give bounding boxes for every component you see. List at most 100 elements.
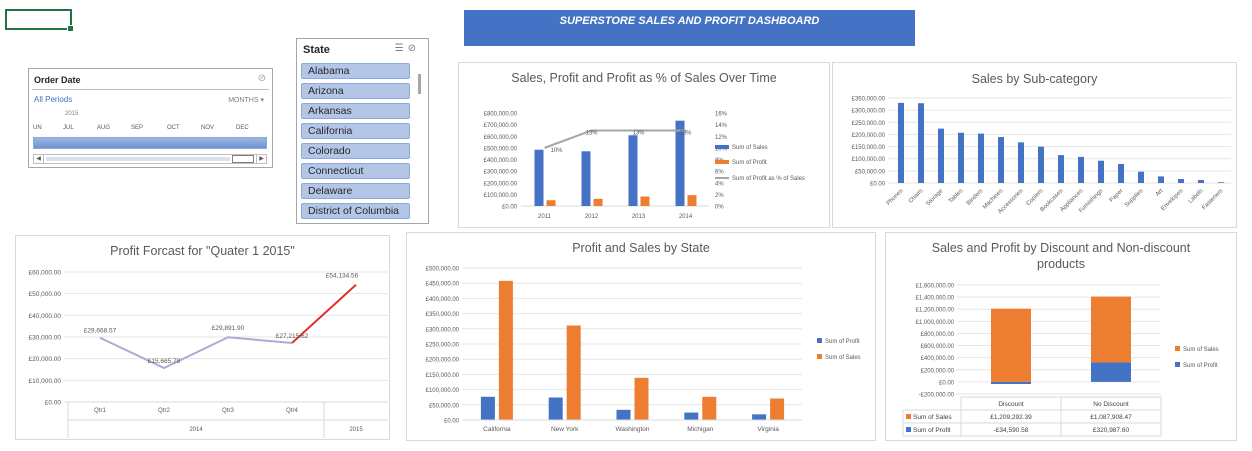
y-tick-label: £150,000.00 [852, 145, 886, 151]
scrollbar-thumb[interactable] [418, 74, 421, 94]
table-cell: £1,087,908.47 [1090, 414, 1132, 421]
chart-panel-over-time[interactable]: Sales, Profit and Profit as % of Sales O… [458, 62, 830, 228]
y-tick-label: £0.00 [444, 419, 460, 425]
clear-filter-icon[interactable]: ⊘ [408, 43, 420, 54]
timeline-month-label[interactable]: NOV [201, 125, 214, 131]
y-tick-label: £300,000.00 [484, 170, 518, 176]
x-tick-label: 2012 [585, 214, 599, 220]
y-tick-label: £600,000.00 [484, 135, 518, 141]
y-tick-label: £500,000.00 [426, 267, 460, 273]
state-slicer[interactable]: State ☰⊘ Alabama Arizona Arkansas Californi… [296, 38, 429, 224]
bar-profit [548, 397, 563, 420]
data-label: £29,668.57 [84, 328, 117, 335]
multi-select-icon[interactable]: ☰ [395, 43, 408, 54]
y-tick-label: £800,000.00 [484, 112, 518, 118]
y-tick-label: £20,000.00 [28, 356, 61, 363]
timeline-month-label[interactable]: OCT [167, 125, 180, 131]
y-tick-label: £60,000.00 [28, 270, 61, 277]
bar-profit [593, 198, 603, 206]
slicer-item[interactable]: Arizona [301, 83, 410, 99]
bar [1218, 182, 1224, 183]
y-tick-label: £700,000.00 [484, 123, 518, 129]
x-tick-label: Qtr2 [158, 408, 170, 414]
legend-swatch [715, 160, 729, 164]
series-line-profit-pct [544, 129, 686, 149]
y-tick-label: £200,000.00 [484, 181, 518, 187]
timeline-month-label[interactable]: DEC [236, 125, 249, 131]
y-tick-label: £100,000.00 [852, 157, 886, 163]
bar [1158, 176, 1164, 183]
slicer-item[interactable]: Colorado [301, 143, 410, 159]
y-tick-label: £400,000.00 [426, 297, 460, 303]
y-tick-label: £400,000.00 [921, 356, 955, 362]
bar-profit [616, 409, 631, 420]
bar-profit [991, 381, 1031, 384]
chart-panel-by-state[interactable]: Profit and Sales by State £500,000.00 £45… [406, 232, 876, 441]
x-tick-label: Copiers [1026, 188, 1045, 207]
slicer-item[interactable]: Alabama [301, 63, 410, 79]
scroll-left-icon[interactable]: ◀ [34, 155, 44, 163]
timeline-selection-bar[interactable] [33, 137, 267, 149]
slicer-item[interactable]: Arkansas [301, 103, 410, 119]
slicer-scrollbar[interactable] [415, 69, 425, 219]
y-tick-label: £250,000.00 [426, 343, 460, 349]
chart-forecast: £60,000.00 £50,000.00 £40,000.00 £30,000.00… [28, 270, 388, 438]
timeline-level-dropdown[interactable]: MONTHS ▾ [228, 96, 264, 104]
slicer-item[interactable]: District of Columbia [301, 203, 410, 219]
x-tick-label: Storage [925, 188, 945, 208]
x-tick-label: Paper [1109, 188, 1125, 204]
y-tick-label: £1,200,000.00 [916, 308, 955, 314]
slicer-item[interactable]: Connecticut [301, 163, 410, 179]
x-tick-label: Tables [948, 188, 965, 205]
dashboard-title: SUPERSTORE SALES AND PROFIT DASHBOARD [464, 10, 915, 46]
bar-profit [1091, 362, 1131, 382]
y-tick-label: £10,000.00 [28, 378, 61, 385]
chart-by-state: £500,000.00 £450,000.00 £400,000.00 £350,00… [426, 267, 861, 434]
order-date-timeline[interactable]: Order Date ⊘ All Periods MONTHS ▾ 2015 U… [28, 68, 273, 168]
chart-discount: £1,600,000.00 £1,400,000.00 £1,200,000.00 £… [902, 284, 1219, 437]
legend-label: Sum of Profit [825, 339, 860, 345]
table-cell: -£34,590.58 [994, 427, 1029, 434]
x-tick-label: Virginia [757, 426, 779, 433]
y-tick-label: £200,000.00 [852, 133, 886, 139]
bar [1098, 160, 1104, 183]
bar [938, 128, 944, 183]
y-tick-label: £1,400,000.00 [916, 296, 955, 302]
x-tick-label: Labels [1188, 188, 1205, 205]
chart-panel-forecast[interactable]: Profit Forcast for "Quater 1 2015" £60,0… [15, 235, 390, 440]
x-tick-label: 2013 [632, 214, 646, 220]
chevron-down-icon: ▾ [260, 97, 264, 104]
slicer-toolbar: ☰⊘ [395, 43, 420, 54]
x-tick-label: Qtr4 [286, 408, 298, 414]
chart-panel-subcategory[interactable]: Sales by Sub-category £350,000.00 £300,00… [832, 62, 1237, 228]
x-tick-label: Qtr1 [94, 408, 106, 414]
bar [918, 103, 924, 183]
y2-tick-label: 2% [715, 193, 724, 199]
data-label: £15,665.78 [148, 358, 181, 365]
bar-sales [628, 135, 638, 206]
legend-swatch [817, 354, 822, 359]
slicer-item[interactable]: California [301, 123, 410, 139]
timeline-scrollbar[interactable]: ◀ ▶ [33, 154, 267, 164]
scroll-right-icon[interactable]: ▶ [256, 155, 266, 163]
bar [1178, 178, 1184, 183]
slicer-item[interactable]: Delaware [301, 183, 410, 199]
y2-tick-label: 0% [715, 205, 724, 211]
timeline-month-label[interactable]: UN [33, 125, 42, 131]
timeline-title: Order Date [34, 75, 81, 85]
bar-sales [991, 308, 1031, 382]
y-tick-label: £200,000.00 [426, 358, 460, 364]
timeline-month-label[interactable]: SEP [131, 125, 143, 131]
chart-panel-discount[interactable]: Sales and Profit by Discount and Non-dis… [885, 232, 1237, 441]
table-header: No Discount [1093, 401, 1129, 408]
clear-filter-icon[interactable]: ⊘ [258, 73, 266, 84]
y2-tick-label: 14% [715, 123, 728, 129]
bar-sales [566, 325, 581, 420]
active-cell-selector[interactable] [5, 9, 74, 32]
timeline-month-label[interactable]: AUG [97, 125, 110, 131]
x-tick-label: Envelopes [1160, 188, 1184, 212]
scrollbar-thumb[interactable] [232, 155, 254, 163]
x-tick-label: California [483, 426, 511, 433]
timeline-month-label[interactable]: JUL [63, 125, 74, 131]
chart-subcategory: £350,000.00 £300,000.00 £250,000.00 £200,00… [852, 97, 1231, 215]
